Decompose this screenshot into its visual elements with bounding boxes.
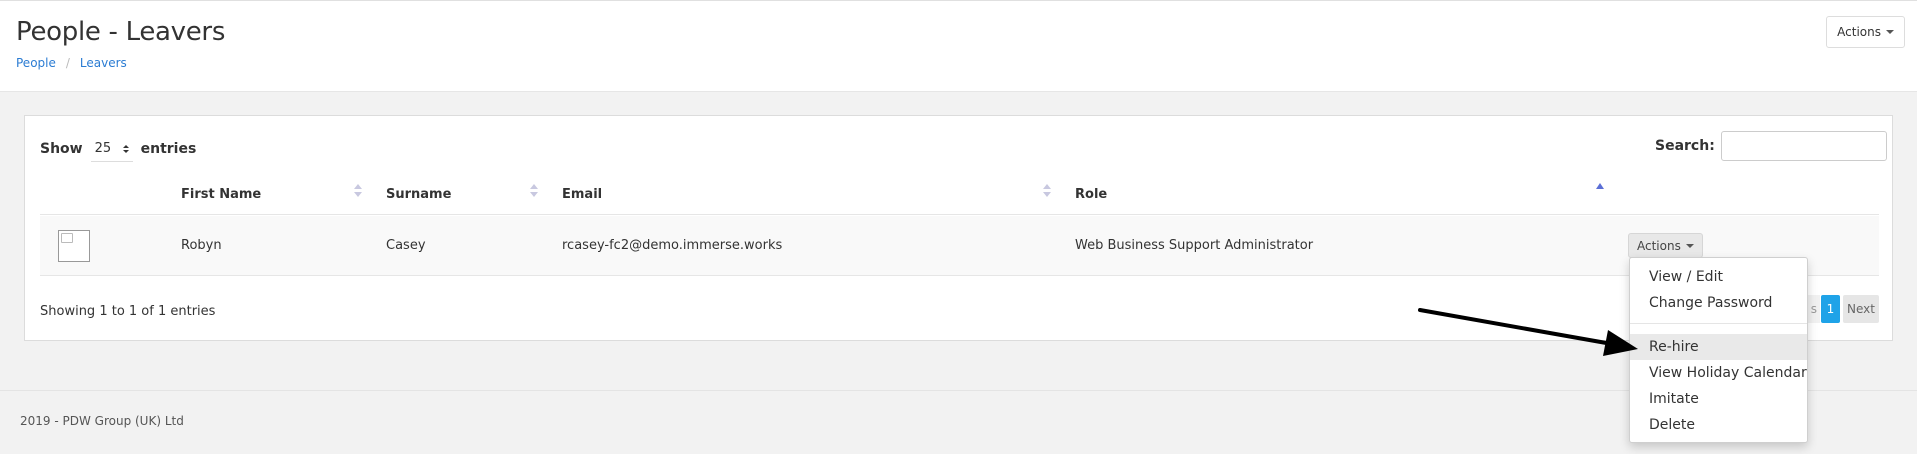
menu-item-change-password[interactable]: Change Password	[1630, 290, 1807, 316]
menu-item-view-holiday-calendar[interactable]: View Holiday Calendar	[1630, 360, 1807, 386]
avatar	[58, 230, 90, 262]
sort-ascending-icon[interactable]	[1596, 183, 1604, 189]
sort-icon	[1043, 184, 1051, 200]
row-actions-label: Actions	[1637, 238, 1681, 253]
cell-email: rcasey-fc2@demo.immerse.works	[562, 238, 783, 253]
sort-icon	[530, 184, 538, 200]
column-header-role[interactable]: Role	[1075, 187, 1107, 202]
caret-down-icon	[1886, 30, 1894, 34]
page-length-value: 25	[94, 141, 112, 156]
caret-down-icon	[1685, 243, 1694, 248]
cell-surname: Casey	[386, 238, 426, 253]
search-control: Search:	[1655, 131, 1887, 161]
menu-item-delete[interactable]: Delete	[1630, 412, 1807, 438]
entries-label: entries	[140, 141, 197, 157]
table-info: Showing 1 to 1 of 1 entries	[40, 304, 216, 319]
cell-first-name: Robyn	[181, 238, 222, 253]
page-length-select[interactable]: 25	[90, 136, 133, 162]
page-header: People - Leavers People / Leavers Actions	[0, 0, 1917, 92]
header-actions-button[interactable]: Actions	[1826, 16, 1905, 48]
row-actions-button[interactable]: Actions	[1628, 233, 1703, 258]
menu-divider	[1630, 323, 1807, 324]
sort-icon	[354, 184, 362, 200]
pagination-page-1[interactable]: 1	[1821, 295, 1840, 323]
menu-item-re-hire[interactable]: Re-hire	[1630, 334, 1807, 360]
row-actions-menu: View / Edit Change Password Re-hire View…	[1629, 257, 1808, 443]
cell-role: Web Business Support Administrator	[1075, 238, 1314, 253]
column-header-email[interactable]: Email	[562, 187, 602, 202]
show-label: Show	[40, 141, 83, 157]
menu-item-imitate[interactable]: Imitate	[1630, 386, 1807, 412]
breadcrumb: People / Leavers	[16, 56, 127, 70]
page-length-control: Show 25 entries	[40, 136, 196, 162]
search-input[interactable]	[1720, 131, 1887, 161]
column-header-first-name[interactable]: First Name	[181, 187, 261, 202]
menu-item-view-edit[interactable]: View / Edit	[1630, 264, 1807, 290]
table-header-divider	[40, 214, 1879, 215]
column-header-surname[interactable]: Surname	[386, 187, 451, 202]
search-label: Search:	[1655, 138, 1715, 154]
breadcrumb-leavers[interactable]: Leavers	[80, 56, 127, 70]
table-row	[40, 216, 1879, 276]
breadcrumb-separator: /	[65, 56, 70, 70]
pagination-next-button[interactable]: Next	[1843, 295, 1879, 323]
footer-copyright: 2019 - PDW Group (UK) Ltd	[20, 414, 184, 428]
annotation-arrow-icon	[1418, 308, 1638, 356]
select-arrows-icon	[122, 144, 129, 153]
header-actions-label: Actions	[1837, 25, 1881, 39]
page-title: People - Leavers	[16, 17, 226, 47]
breadcrumb-people[interactable]: People	[16, 56, 56, 70]
